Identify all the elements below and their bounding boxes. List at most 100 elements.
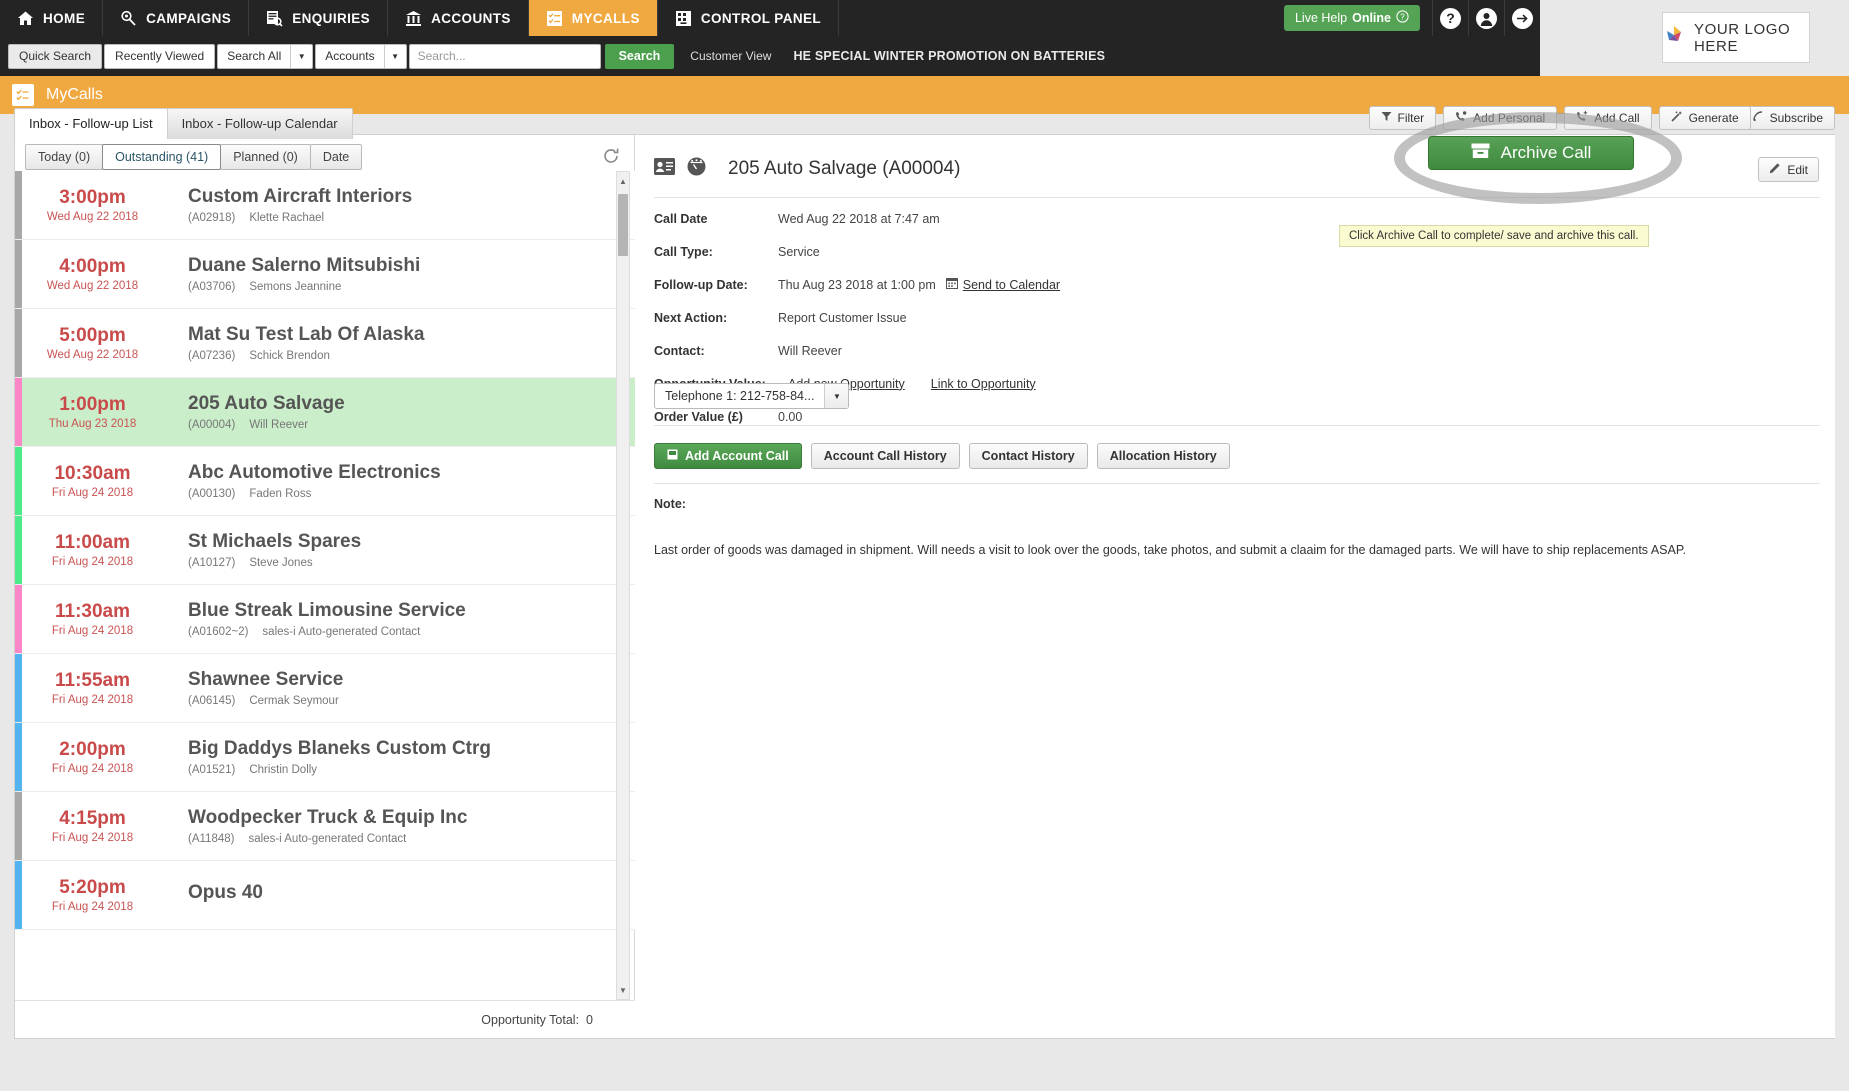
call-time: 1:00pm — [59, 393, 126, 415]
top-navigation-bar: HOME CAMPAIGNS ENQUIRIES ACCOUNTS MYCALL… — [0, 0, 1540, 76]
actions-divider — [654, 425, 1820, 426]
speedometer-icon[interactable] — [687, 157, 706, 181]
allocation-history-button[interactable]: Allocation History — [1096, 443, 1230, 469]
followup-list[interactable]: 3:00pm Wed Aug 22 2018 Custom Aircraft Int… — [15, 171, 635, 1000]
generate-button[interactable]: Generate — [1658, 106, 1751, 130]
subtab-planned[interactable]: Planned (0) — [220, 144, 311, 170]
call-time: 4:15pm — [59, 807, 126, 829]
call-list-item[interactable]: 2:00pm Fri Aug 24 2018 Big Daddys Blaneks … — [15, 723, 635, 792]
call-date: Wed Aug 22 2018 — [46, 280, 139, 293]
add-account-call-button[interactable]: Add Account Call — [654, 443, 802, 469]
nav-item-campaigns[interactable]: CAMPAIGNS — [103, 0, 250, 36]
archive-box-icon — [1471, 143, 1490, 164]
nav-label: CONTROL PANEL — [700, 10, 822, 26]
scroll-up-icon[interactable]: ▲ — [617, 174, 629, 188]
call-list-item[interactable]: 11:30am Fri Aug 24 2018 Blue Streak Limous… — [15, 585, 635, 654]
call-date: Fri Aug 24 2018 — [51, 832, 134, 845]
account-call-history-button[interactable]: Account Call History — [810, 443, 960, 469]
archive-call-button[interactable]: Archive Call — [1428, 136, 1634, 170]
search-toolbar: Quick Search Recently Viewed Search All … — [0, 36, 1540, 76]
customer-view-link[interactable]: Customer View — [690, 49, 771, 63]
filter-button[interactable]: Filter — [1368, 106, 1437, 130]
checklist-icon — [546, 10, 563, 27]
field-value-group: Report Customer Issue — [778, 311, 907, 325]
logo-mark-icon — [1663, 24, 1685, 51]
nav-item-home[interactable]: HOME — [0, 0, 104, 36]
contact-card-icon[interactable] — [654, 158, 675, 180]
module-title: MyCalls — [46, 86, 103, 103]
field-link[interactable]: Send to Calendar — [963, 278, 1060, 292]
nav-item-enquiries[interactable]: ENQUIRIES — [249, 0, 389, 36]
header-divider — [654, 197, 1820, 198]
call-list-item[interactable]: 3:00pm Wed Aug 22 2018 Custom Aircraft Int… — [15, 171, 635, 240]
call-list-item[interactable]: 4:15pm Fri Aug 24 2018 Woodpecker Truck & … — [15, 792, 635, 861]
nav-item-control-panel[interactable]: CONTROL PANEL — [658, 0, 840, 36]
contact-name: Christin Dolly — [249, 764, 318, 777]
detail-field-row: Call Type: Service — [654, 240, 1060, 263]
nav-label: HOME — [43, 10, 86, 26]
contact-name: Will Reever — [249, 419, 309, 432]
edit-button[interactable]: Edit — [1758, 157, 1819, 182]
help-button[interactable]: ? — [1432, 0, 1468, 36]
add-account-call-label: Add Account Call — [685, 449, 789, 463]
field-value: 0.00 — [778, 409, 803, 424]
search-button[interactable]: Search — [604, 43, 675, 69]
call-list-item[interactable]: 11:00am Fri Aug 24 2018 St Michaels Spares… — [15, 516, 635, 585]
nav-item-mycalls[interactable]: MYCALLS — [528, 0, 658, 36]
field-link-2[interactable]: Link to Opportunity — [931, 377, 1036, 391]
user-account-button[interactable] — [1468, 0, 1504, 36]
quick-search-button[interactable]: Quick Search — [8, 43, 103, 69]
account-meta: (A00130) Faden Ross — [188, 488, 635, 500]
search-input[interactable]: Search... — [408, 43, 601, 69]
call-list-item[interactable]: 4:00pm Wed Aug 22 2018 Duane Salerno Mitsu… — [15, 240, 635, 309]
nav-label: MYCALLS — [571, 10, 640, 26]
note-section: Note: Last order of goods was damaged in… — [654, 497, 1820, 560]
tab-inbox-followup-calendar[interactable]: Inbox - Follow-up Calendar — [166, 108, 353, 139]
search-entity-dropdown[interactable]: Accounts ▼ — [315, 43, 407, 69]
call-time-block: 11:30am Fri Aug 24 2018 — [15, 601, 170, 638]
field-value: Will Reever — [778, 343, 842, 358]
refresh-icon[interactable] — [602, 147, 620, 165]
scrollbar-thumb[interactable] — [618, 194, 628, 256]
call-date: Thu Aug 23 2018 — [48, 418, 137, 431]
call-list-item[interactable]: 10:30am Fri Aug 24 2018 Abc Automotive Ele… — [15, 447, 635, 516]
subtab-date[interactable]: Date — [309, 144, 363, 170]
call-date: Wed Aug 22 2018 — [46, 211, 139, 224]
search-scope-dropdown[interactable]: Search All ▼ — [217, 43, 314, 69]
field-value-group: 0.00 — [778, 410, 802, 424]
subtab-outstanding[interactable]: Outstanding (41) — [102, 144, 222, 170]
call-time: 11:00am — [54, 531, 130, 553]
call-list-item[interactable]: 1:00pm Thu Aug 23 2018 205 Auto Salvage (A0… — [15, 378, 635, 447]
live-help-label: Live Help — [1294, 11, 1348, 25]
call-list-item[interactable]: 5:20pm Fri Aug 24 2018 Opus 40 — [15, 861, 635, 930]
call-list-item[interactable]: 5:00pm Wed Aug 22 2018 Mat Su Test Lab Of … — [15, 309, 635, 378]
live-help-button[interactable]: Live Help Online ? — [1283, 5, 1420, 31]
scroll-down-icon[interactable]: ▼ — [617, 983, 629, 997]
logout-button[interactable] — [1504, 0, 1540, 36]
archive-call-label: Archive Call — [1500, 143, 1592, 162]
nav-item-accounts[interactable]: ACCOUNTS — [388, 0, 529, 36]
call-time-block: 11:55am Fri Aug 24 2018 — [15, 670, 170, 707]
call-date: Wed Aug 22 2018 — [46, 349, 139, 362]
recently-viewed-button[interactable]: Recently Viewed — [104, 43, 216, 69]
list-scrollbar[interactable]: ▲ ▼ — [616, 171, 630, 1000]
account-name: 205 Auto Salvage — [188, 392, 345, 414]
field-value: Report Customer Issue — [778, 310, 907, 325]
account-name: Abc Automotive Electronics — [188, 461, 441, 483]
account-code: (A06145) — [188, 695, 236, 708]
bank-icon — [405, 10, 422, 27]
call-account-block: 205 Auto Salvage (A00004) Will Reever — [170, 393, 635, 432]
field-value: Wed Aug 22 2018 at 7:47 am — [778, 211, 940, 226]
tab-inbox-followup-list[interactable]: Inbox - Follow-up List — [14, 108, 168, 139]
account-meta: (A06145) Cermak Seymour — [188, 695, 635, 707]
contact-history-button[interactable]: Contact History — [968, 443, 1088, 469]
call-account-block: Big Daddys Blaneks Custom Ctrg (A01521) Ch… — [170, 738, 635, 777]
call-time: 4:00pm — [59, 255, 126, 277]
question-mark-icon: ? — [1396, 10, 1409, 26]
live-help-status: Online — [1352, 11, 1391, 25]
subtab-today[interactable]: Today (0) — [25, 144, 104, 170]
telephone-select[interactable]: Telephone 1: 212-758-84... ▼ — [654, 383, 850, 409]
call-list-item[interactable]: 11:55am Fri Aug 24 2018 Shawnee Service (A0… — [15, 654, 635, 723]
user-avatar-icon — [1476, 7, 1497, 29]
call-action-buttons: Add Account Call Account Call History Co… — [654, 443, 1230, 469]
